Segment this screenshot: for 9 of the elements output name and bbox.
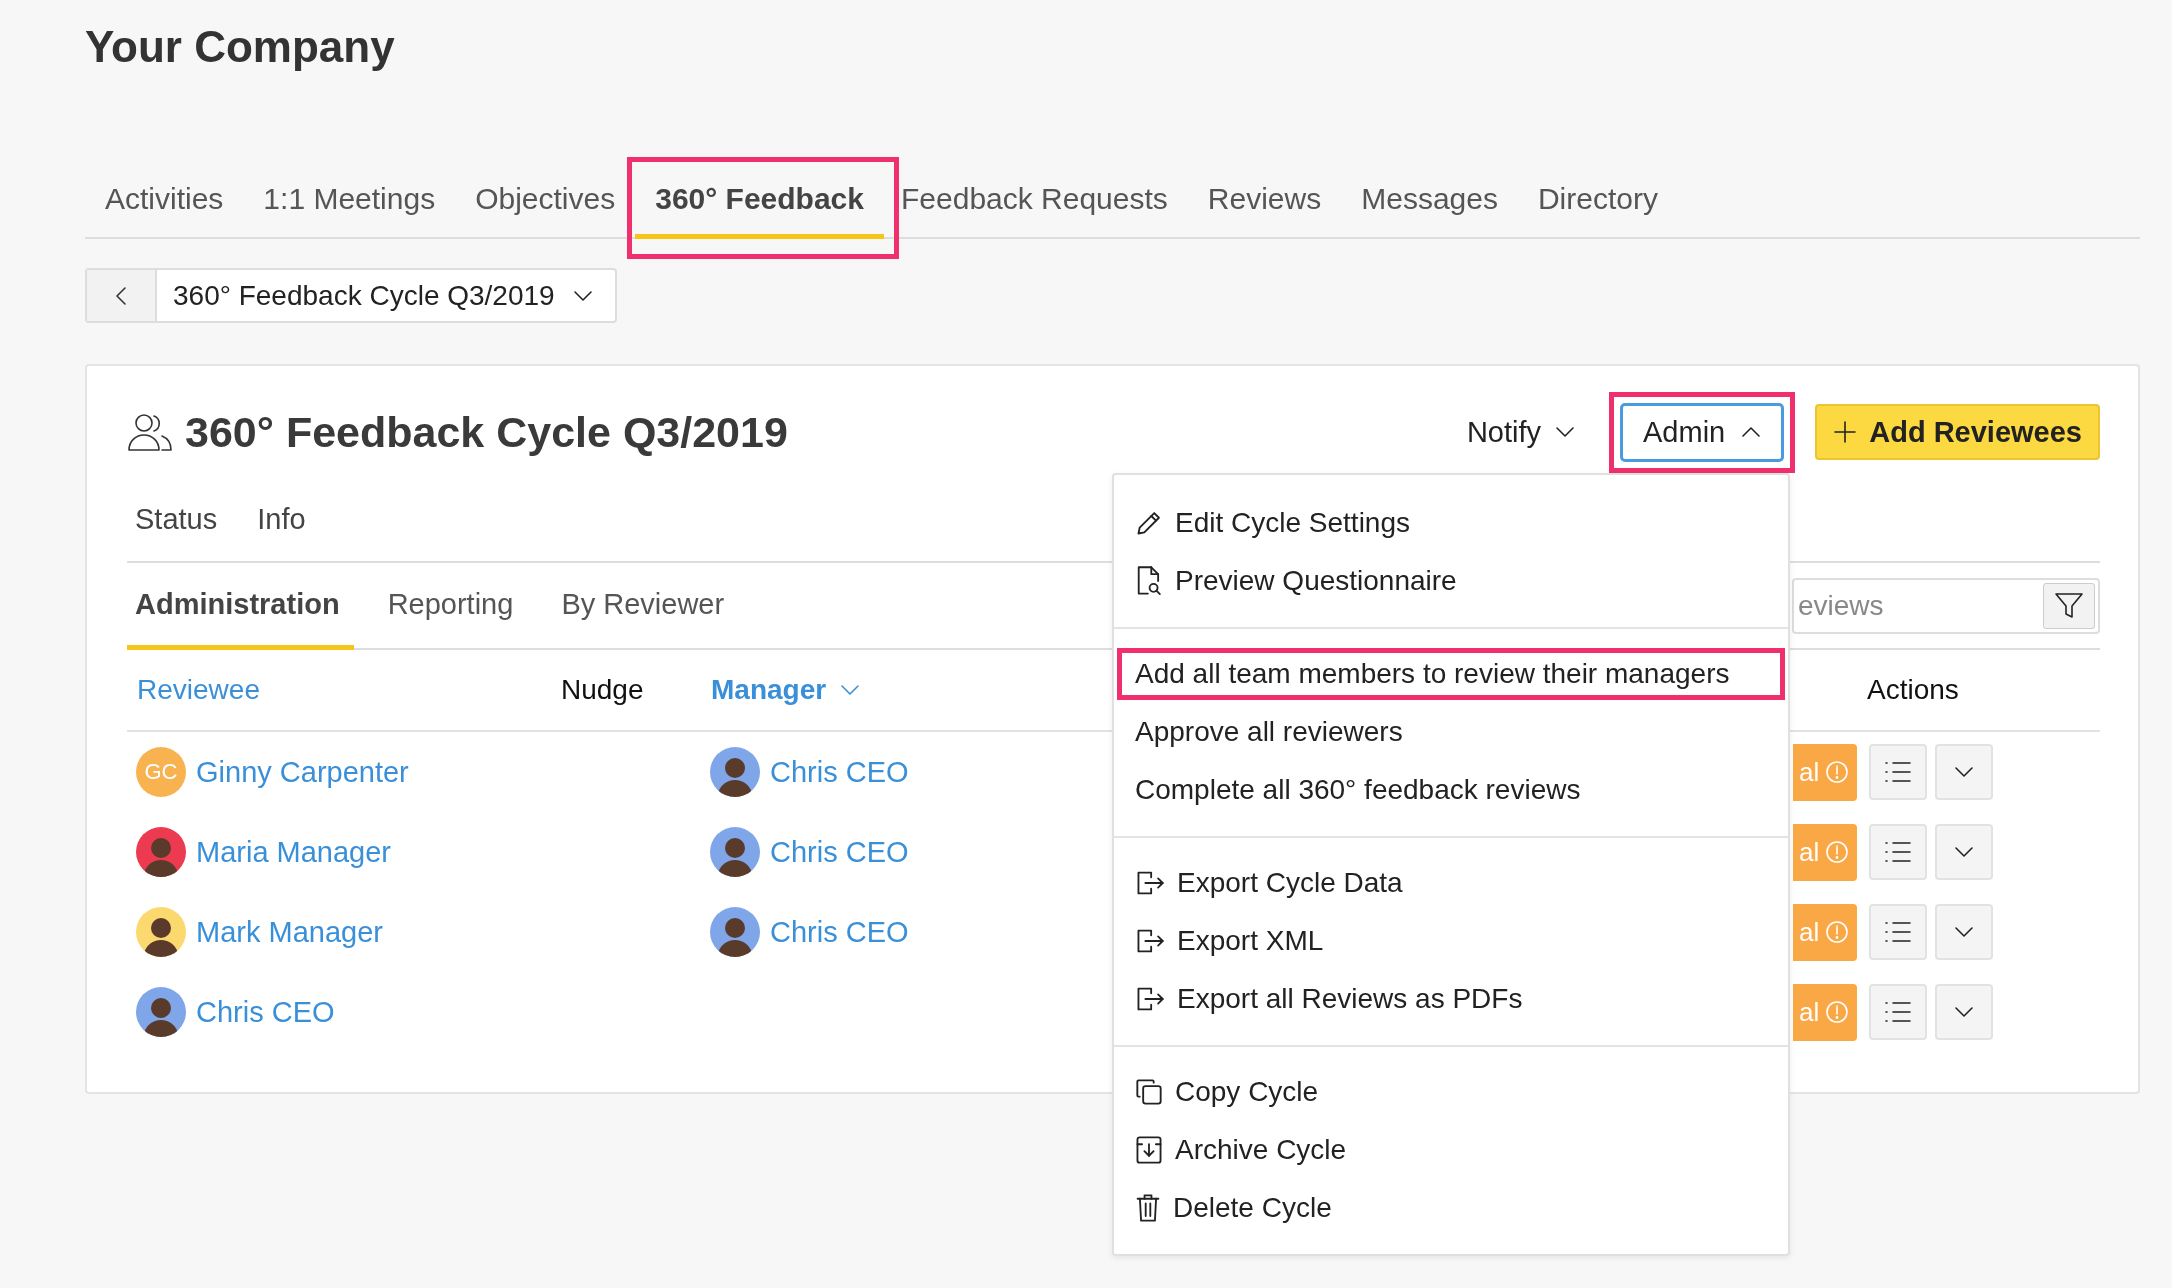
status-badge: al xyxy=(1793,823,1857,881)
status-badge: al xyxy=(1793,903,1857,961)
status-badge: al xyxy=(1793,983,1857,1041)
initials-avatar: GC xyxy=(136,747,186,797)
card-title: 360° Feedback Cycle Q3/2019 xyxy=(185,407,788,457)
company-name: Your Company xyxy=(85,22,395,72)
column-header: Nudge xyxy=(560,674,645,706)
column-header: Actions xyxy=(1866,674,1960,706)
status-badge: al xyxy=(1793,743,1857,801)
